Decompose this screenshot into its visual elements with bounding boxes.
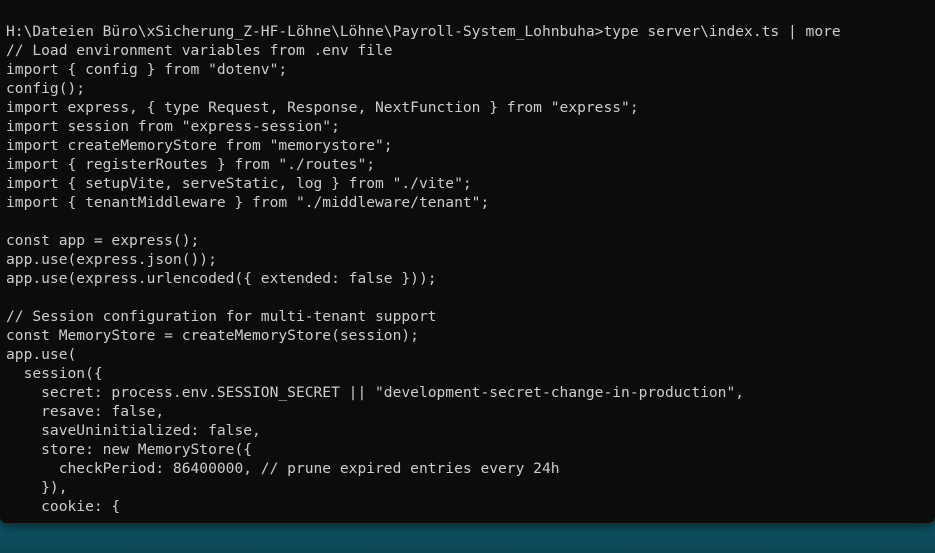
- code-line: import { setupVite, serveStatic, log } f…: [6, 175, 472, 192]
- terminal-scrollbar[interactable]: [925, 0, 935, 523]
- code-line: cookie: {: [6, 498, 121, 515]
- code-line: // Load environment variables from .env …: [6, 42, 393, 59]
- code-line: app.use(: [6, 346, 77, 363]
- code-line: const MemoryStore = createMemoryStore(se…: [6, 327, 419, 344]
- code-line: import session from "express-session";: [6, 118, 340, 135]
- code-line: checkPeriod: 86400000, // prune expired …: [6, 460, 560, 477]
- terminal-output[interactable]: H:\Dateien Büro\xSicherung_Z-HF-Löhne\Lö…: [6, 22, 935, 516]
- code-line: import { tenantMiddleware } from "./midd…: [6, 194, 490, 211]
- code-line: import express, { type Request, Response…: [6, 99, 639, 116]
- code-line: saveUninitialized: false,: [6, 422, 261, 439]
- code-line: const app = express();: [6, 232, 200, 249]
- terminal-window[interactable]: H:\Dateien Büro\xSicherung_Z-HF-Löhne\Lö…: [0, 0, 935, 524]
- code-line: store: new MemoryStore({: [6, 441, 253, 458]
- code-line: secret: process.env.SESSION_SECRET || "d…: [6, 384, 745, 401]
- code-line: // Session configuration for multi-tenan…: [6, 308, 437, 325]
- code-line: app.use(express.json());: [6, 251, 217, 268]
- code-line: app.use(express.urlencoded({ extended: f…: [6, 270, 437, 287]
- code-line: import { registerRoutes } from "./routes…: [6, 156, 376, 173]
- code-line: import { config } from "dotenv";: [6, 61, 288, 78]
- code-line: import createMemoryStore from "memorysto…: [6, 137, 393, 154]
- code-line: session({: [6, 365, 103, 382]
- code-line: resave: false,: [6, 403, 165, 420]
- code-line: }),: [6, 479, 68, 496]
- command-prompt-line: H:\Dateien Büro\xSicherung_Z-HF-Löhne\Lö…: [6, 23, 841, 40]
- code-line: config();: [6, 80, 86, 97]
